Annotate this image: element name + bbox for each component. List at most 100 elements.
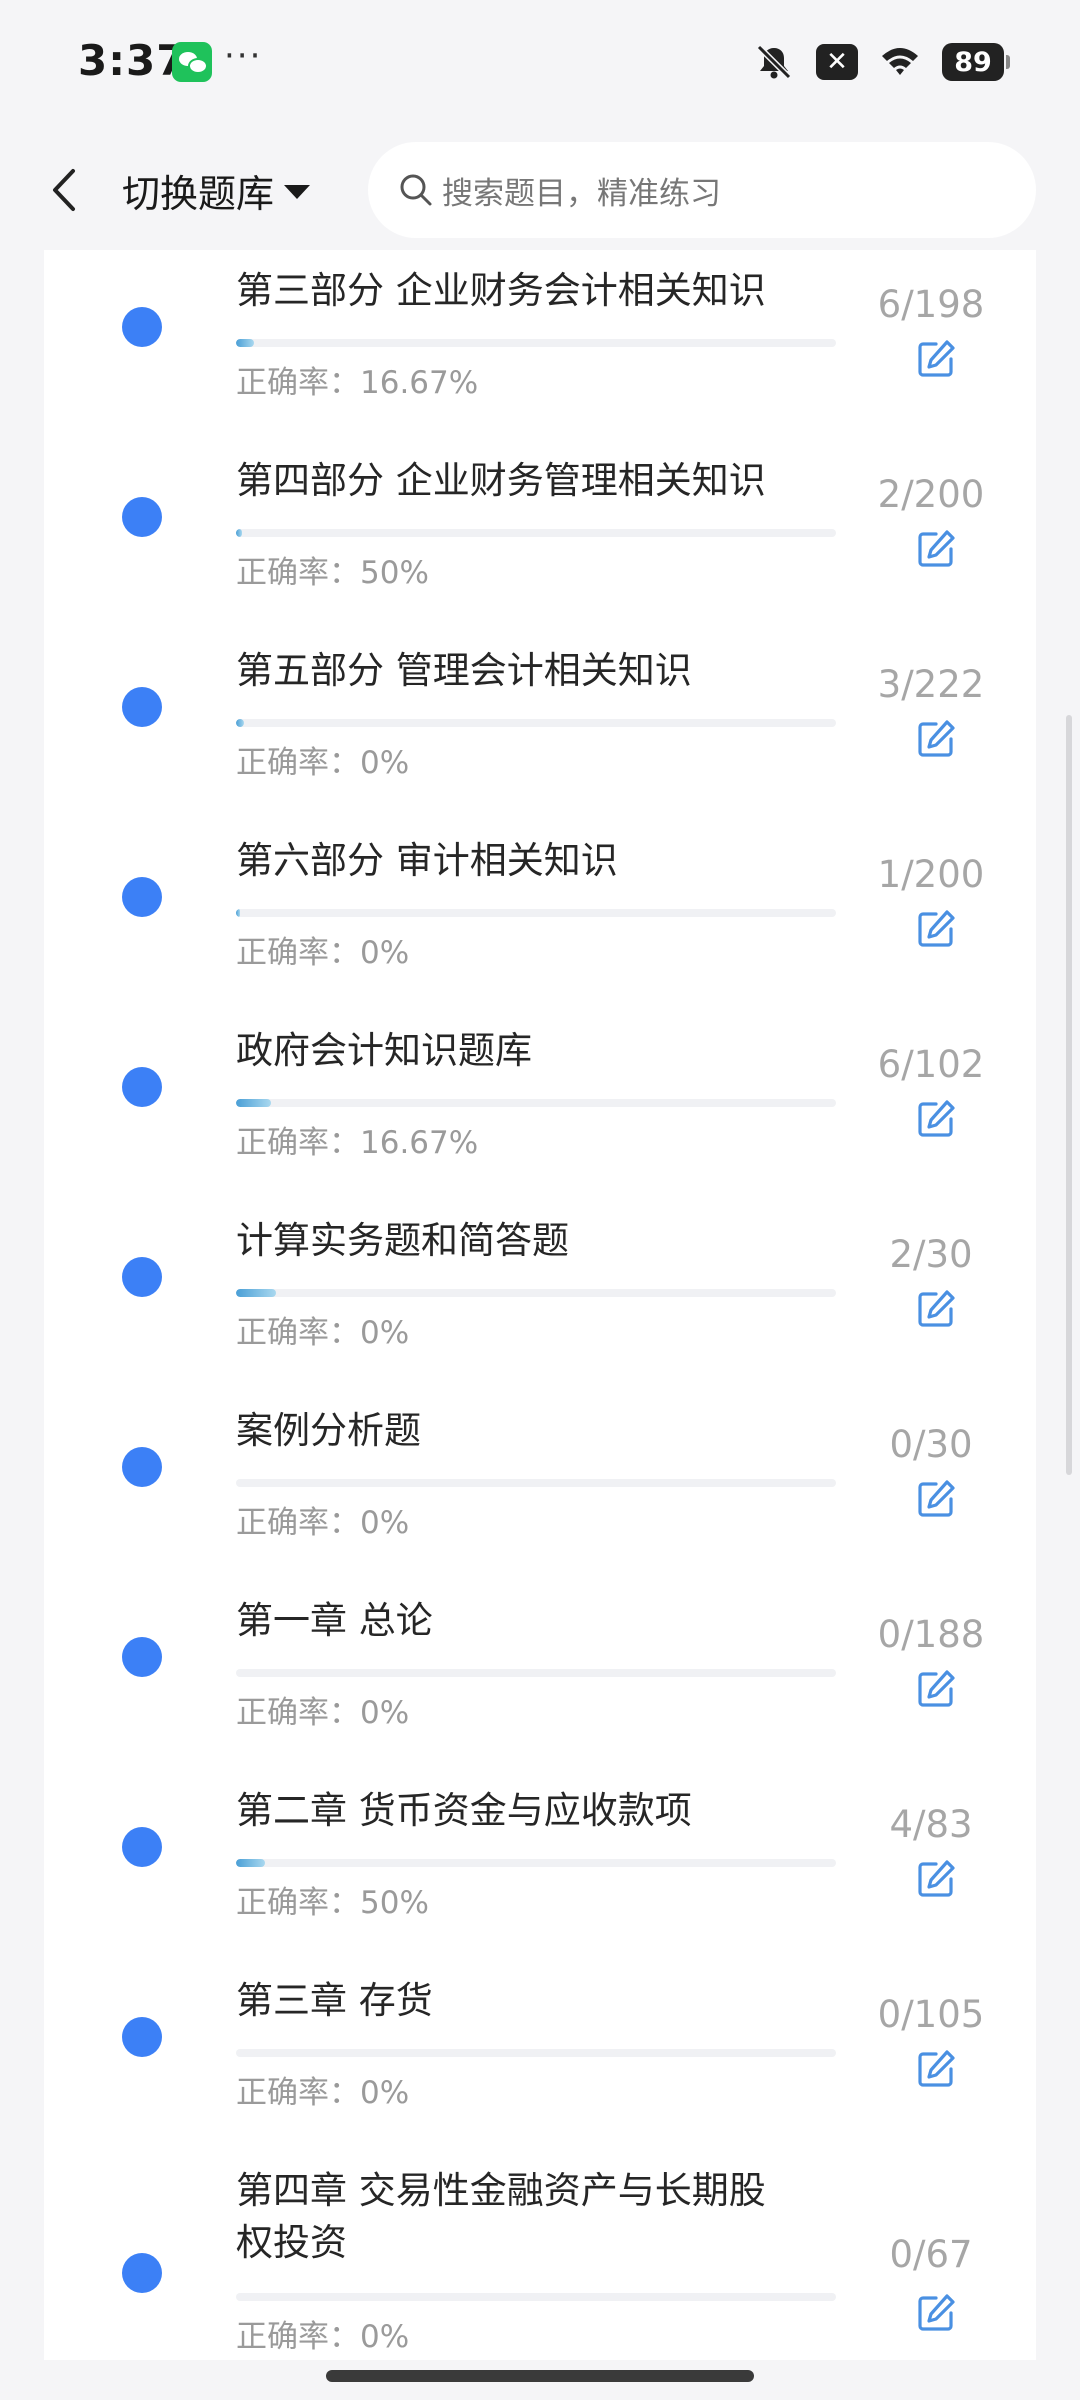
progress-track (236, 1669, 836, 1677)
item-title: 第四部分 企业财务管理相关知识 (236, 455, 856, 507)
item-title: 计算实务题和简答题 (236, 1215, 856, 1267)
status-dot (122, 877, 162, 917)
item-title: 第一章 总论 (236, 1595, 856, 1647)
list-item[interactable]: 第一章 总论 正确率：0% 0/188 (44, 1595, 1036, 1785)
list-item[interactable]: 政府会计知识题库正确率：16.67% 6/102 (44, 1025, 1036, 1215)
status-icons: ✕ 89 (754, 40, 1010, 84)
progress-track (236, 2293, 836, 2301)
progress-count: 0/67 (889, 2233, 973, 2276)
edit-icon[interactable] (914, 717, 958, 761)
status-dot (122, 497, 162, 537)
progress-fill (236, 909, 240, 917)
accuracy-text: 正确率：0% (236, 935, 410, 971)
scrollbar[interactable] (1066, 715, 1072, 1475)
progress-track (236, 339, 836, 347)
list-item[interactable]: 计算实务题和简答题正确率：0% 2/30 (44, 1215, 1036, 1405)
accuracy-text: 正确率：0% (236, 745, 410, 781)
accuracy-text: 正确率：16.67% (236, 365, 479, 401)
list-item[interactable]: 第二章 货币资金与应收款项 正确率：50% 4/83 (44, 1785, 1036, 1975)
progress-track (236, 1289, 836, 1297)
status-time: 3:37 (78, 36, 187, 85)
item-title-line1: 案例分析题 (236, 1409, 421, 1452)
back-button[interactable] (40, 160, 88, 220)
status-dot (122, 687, 162, 727)
switch-bank-dropdown[interactable]: 切换题库 (122, 160, 311, 220)
list-item[interactable]: 案例分析题正确率：0% 0/30 (44, 1405, 1036, 1595)
battery-icon: 89 (942, 43, 1010, 81)
wechat-notification-icon (172, 42, 212, 82)
more-notifications-icon: ··· (224, 36, 263, 76)
edit-icon[interactable] (914, 1477, 958, 1521)
progress-track (236, 1099, 836, 1107)
list-item[interactable]: 第三部分 企业财务会计相关知识正确率：16.67% 6/198 (44, 265, 1036, 455)
item-title: 第二章 货币资金与应收款项 (236, 1785, 856, 1837)
list-item[interactable]: 第三章 存货 正确率：0% 0/105 (44, 1975, 1036, 2165)
edit-icon[interactable] (914, 337, 958, 381)
edit-icon[interactable] (914, 2291, 958, 2335)
list-item[interactable]: 第六部分 审计相关知识 正确率：0% 1/200 (44, 835, 1036, 1025)
status-dot (122, 2017, 162, 2057)
accuracy-text: 正确率：0% (236, 1695, 410, 1731)
progress-fill (236, 719, 244, 727)
item-title-line1: 第三部分 企业财务会计相关知识 (236, 269, 766, 312)
progress-fill (236, 339, 254, 347)
progress-fill (236, 1859, 265, 1867)
item-title: 第三章 存货 (236, 1975, 856, 2027)
progress-track (236, 719, 836, 727)
accuracy-text: 正确率：0% (236, 1505, 410, 1541)
accuracy-text: 正确率：0% (236, 1315, 410, 1351)
item-title-line1: 第四部分 企业财务管理相关知识 (236, 459, 766, 502)
edit-icon[interactable] (914, 907, 958, 951)
item-title: 第三部分 企业财务会计相关知识 (236, 265, 856, 317)
progress-count: 3/222 (877, 663, 985, 706)
accuracy-text: 正确率：50% (236, 1885, 429, 1921)
item-title-line1: 第四章 交易性金融资产与长期股 (236, 2169, 766, 2212)
switch-bank-label: 切换题库 (122, 171, 275, 216)
status-dot (122, 1257, 162, 1297)
status-dot (122, 1827, 162, 1867)
status-dot (122, 1067, 162, 1107)
progress-track (236, 529, 836, 537)
progress-count: 6/102 (877, 1043, 985, 1086)
top-header: 切换题库 搜索题目，精准练习 (0, 130, 1080, 250)
status-bar: 3:37 ··· ✕ 89 (0, 0, 1080, 130)
item-title-line2: 权投资 (236, 2221, 347, 2264)
list-item[interactable]: 第四章 交易性金融资产与长期股 权投资正确率：0% 0/67 (44, 2165, 1036, 2360)
item-title: 第四章 交易性金融资产与长期股 权投资 (236, 2165, 856, 2269)
item-title: 政府会计知识题库 (236, 1025, 856, 1077)
edit-icon[interactable] (914, 1857, 958, 1901)
accuracy-text: 正确率：16.67% (236, 1125, 479, 1161)
edit-icon[interactable] (914, 1667, 958, 1711)
accuracy-text: 正确率：50% (236, 555, 429, 591)
list-item[interactable]: 第五部分 管理会计相关知识正确率：0% 3/222 (44, 645, 1036, 835)
search-input[interactable]: 搜索题目，精准练习 (368, 142, 1036, 238)
status-dot (122, 307, 162, 347)
progress-fill (236, 529, 242, 537)
progress-count: 1/200 (877, 853, 985, 896)
item-title-line1: 第一章 总论 (236, 1599, 433, 1642)
edit-icon[interactable] (914, 1287, 958, 1331)
wifi-icon (880, 42, 920, 82)
status-dot (122, 1447, 162, 1487)
accuracy-text: 正确率：0% (236, 2319, 410, 2355)
item-title-line1: 政府会计知识题库 (236, 1029, 532, 1072)
edit-icon[interactable] (914, 527, 958, 571)
home-indicator[interactable] (326, 2370, 754, 2382)
item-title-line1: 第二章 货币资金与应收款项 (236, 1789, 692, 1832)
edit-icon[interactable] (914, 1097, 958, 1141)
edit-icon[interactable] (914, 2047, 958, 2091)
search-icon (400, 174, 432, 206)
progress-count: 6/198 (877, 283, 985, 326)
progress-count: 2/30 (889, 1233, 973, 1276)
item-title-line1: 第三章 存货 (236, 1979, 433, 2022)
item-title: 第五部分 管理会计相关知识 (236, 645, 856, 697)
progress-track (236, 909, 836, 917)
progress-count: 0/30 (889, 1423, 973, 1466)
item-title-line1: 第五部分 管理会计相关知识 (236, 649, 692, 692)
list-item[interactable]: 第四部分 企业财务管理相关知识 正确率：50% 2/200 (44, 455, 1036, 645)
progress-fill (236, 1289, 277, 1297)
status-dot (122, 1637, 162, 1677)
x-badge-icon: ✕ (816, 44, 858, 80)
chevron-left-icon (53, 169, 75, 211)
progress-track (236, 1859, 836, 1867)
